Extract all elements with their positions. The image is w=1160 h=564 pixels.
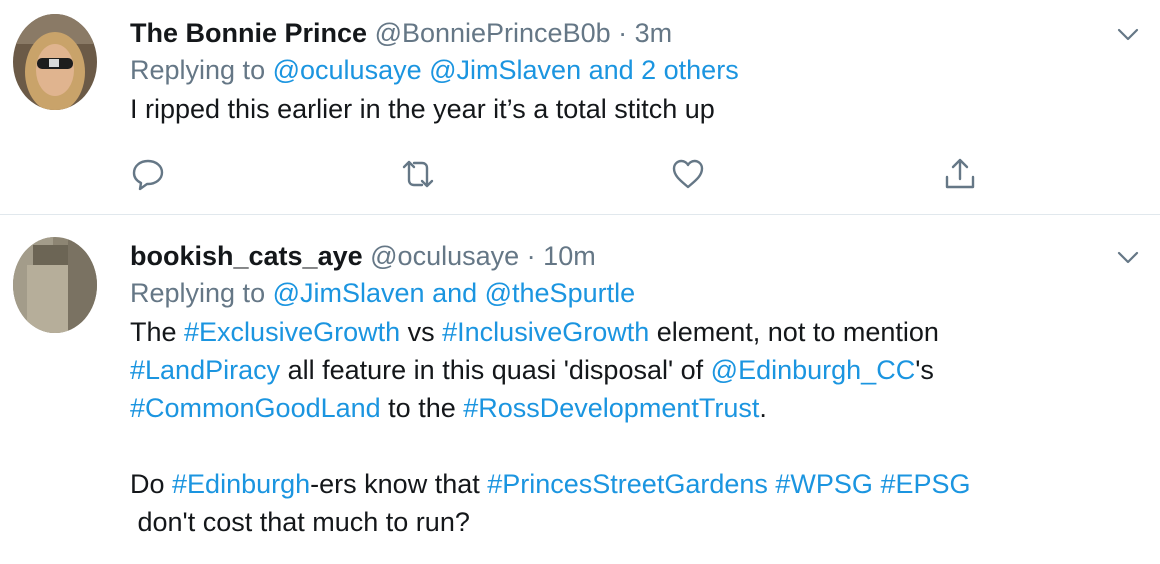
display-name[interactable]: The Bonnie Prince	[130, 18, 367, 48]
text: The	[130, 317, 185, 347]
hashtag[interactable]: #WPSG	[775, 469, 873, 499]
chevron-down-icon[interactable]	[1114, 20, 1142, 48]
separator: ·	[526, 241, 536, 271]
hashtag[interactable]: #Edinburgh	[172, 469, 310, 499]
separator: ·	[618, 18, 628, 48]
mention[interactable]: @Edinburgh_CC	[711, 355, 916, 385]
reply-icon[interactable]	[130, 156, 166, 192]
reply-mention-others[interactable]: @JimSlaven and 2 others	[429, 55, 739, 85]
text: 's	[915, 355, 934, 385]
like-icon[interactable]	[670, 156, 706, 192]
hashtag[interactable]: #LandPiracy	[130, 355, 280, 385]
retweet-icon[interactable]	[400, 156, 436, 192]
hashtag[interactable]: #CommonGoodLand	[130, 393, 381, 423]
timestamp[interactable]: 3m	[635, 18, 673, 48]
tweet-content: bookish_cats_aye @oculusaye · 10m Replyi…	[130, 239, 1100, 541]
handle[interactable]: @oculusaye	[370, 241, 519, 271]
avatar[interactable]	[13, 237, 97, 333]
hashtag[interactable]: #InclusiveGrowth	[442, 317, 649, 347]
replying-label: Replying to	[130, 55, 266, 85]
replying-to: Replying to @oculusaye @JimSlaven and 2 …	[130, 50, 1100, 90]
timestamp[interactable]: 10m	[543, 241, 596, 271]
hashtag[interactable]: #PrincesStreetGardens	[487, 469, 768, 499]
tweet-text: I ripped this earlier in the year it’s a…	[130, 94, 715, 124]
text-line: #CommonGoodLand to the #RossDevelopmentT…	[130, 389, 1100, 427]
text: to the	[380, 393, 464, 423]
tweet-1[interactable]: The Bonnie Prince @BonniePrinceB0b · 3m …	[0, 0, 1160, 214]
replying-to: Replying to @JimSlaven and @theSpurtle	[130, 273, 1100, 313]
text-line: don't cost that much to run?	[130, 507, 470, 537]
text: Do	[130, 469, 173, 499]
text: vs	[400, 317, 443, 347]
text: -ers know that	[310, 469, 488, 499]
hashtag[interactable]: #RossDevelopmentTrust	[463, 393, 759, 423]
tweet-header: The Bonnie Prince @BonniePrinceB0b · 3m	[130, 16, 1100, 50]
tweet-text: The #ExclusiveGrowth vs #InclusiveGrowth…	[130, 313, 1100, 541]
avatar[interactable]	[13, 14, 97, 110]
hashtag[interactable]: #ExclusiveGrowth	[184, 317, 400, 347]
tweet-content: The Bonnie Prince @BonniePrinceB0b · 3m …	[130, 16, 1100, 128]
chevron-down-icon[interactable]	[1114, 243, 1142, 271]
tweet-actions	[0, 156, 1160, 196]
divider	[0, 214, 1160, 215]
share-icon[interactable]	[942, 156, 978, 192]
text-line: #LandPiracy all feature in this quasi 'd…	[130, 351, 1100, 389]
display-name[interactable]: bookish_cats_aye	[130, 241, 363, 271]
replying-label: Replying to	[130, 278, 266, 308]
text: all feature in this quasi 'disposal' of	[280, 355, 711, 385]
text-line: Do #Edinburgh-ers know that #PrincesStre…	[130, 465, 1100, 503]
reply-mention[interactable]: @JimSlaven and @theSpurtle	[273, 278, 636, 308]
hashtag[interactable]: #EPSG	[880, 469, 970, 499]
text-line: The #ExclusiveGrowth vs #InclusiveGrowth…	[130, 313, 1100, 351]
handle[interactable]: @BonniePrinceB0b	[375, 18, 611, 48]
tweet-header: bookish_cats_aye @oculusaye · 10m	[130, 239, 1100, 273]
reply-mention[interactable]: @oculusaye	[273, 55, 422, 85]
text: .	[759, 393, 767, 423]
text: element, not to mention	[649, 317, 939, 347]
